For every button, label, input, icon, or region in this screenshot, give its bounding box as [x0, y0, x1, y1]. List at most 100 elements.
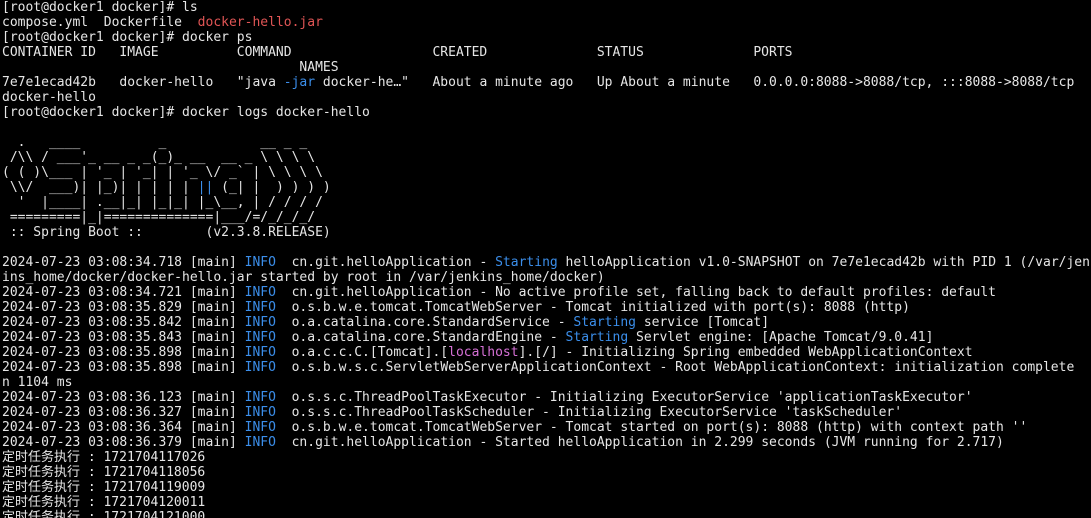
line-text: 定时任务执行 : 1721704117026 — [2, 450, 206, 465]
terminal-line: 2024-07-23 03:08:35.829 [main] INFO o.s.… — [2, 300, 1091, 315]
terminal-line: CONTAINER ID IMAGE COMMAND CREATED STATU… — [2, 45, 1091, 60]
line-text: [root@docker1 docker]# ls — [2, 0, 198, 15]
terminal-line: =========|_|==============|___/=/_/_/_/ — [2, 210, 1091, 225]
line-text: ].[/] - Initializing Spring embedded Web… — [518, 345, 973, 360]
highlighted-text: INFO — [244, 420, 276, 435]
line-text: 2024-07-23 03:08:34.721 [main] — [2, 285, 245, 300]
terminal-line: \\/ ___)| |_)| | | | | || (_| | ) ) ) ) — [2, 180, 1091, 195]
line-text: [root@docker1 docker]# docker ps — [2, 30, 253, 45]
line-text: ' |____| .__|_| |_|_| |_\__, | / / / / — [2, 195, 323, 210]
terminal-line: NAMES — [2, 60, 1091, 75]
terminal-line: 7e7e1ecad42b docker-hello "java -jar doc… — [2, 75, 1091, 90]
line-text: 2024-07-23 03:08:36.327 [main] — [2, 405, 245, 420]
line-text: . ____ _ __ _ _ — [2, 135, 308, 150]
highlighted-text: Starting — [495, 255, 558, 270]
terminal-output[interactable]: [root@docker1 docker]# ls compose.yml Doc… — [2, 0, 1091, 518]
line-text: 定时任务执行 : 1721704121000 — [2, 510, 206, 518]
line-text: 2024-07-23 03:08:35.898 [main] — [2, 360, 245, 375]
terminal-line: 2024-07-23 03:08:36.123 [main] INFO o.s.… — [2, 390, 1091, 405]
highlighted-text: INFO — [244, 435, 276, 450]
terminal-line: 定时任务执行 : 1721704119009 — [2, 480, 1091, 495]
line-text: cn.git.helloApplication - Started helloA… — [275, 435, 1004, 450]
line-text: :: Spring Boot :: (v2.3.8.RELEASE) — [2, 225, 331, 240]
terminal-line: ' |____| .__|_| |_|_| |_\__, | / / / / — [2, 195, 1091, 210]
highlighted-text: || — [197, 180, 214, 195]
line-text: 2024-07-23 03:08:36.364 [main] — [2, 420, 245, 435]
terminal-line: 定时任务执行 : 1721704117026 — [2, 450, 1091, 465]
line-text: ( ( )\___ | '_ | '_| | '_ \/ _` | \ \ \ … — [2, 165, 323, 180]
terminal-line: 2024-07-23 03:08:35.898 [main] INFO o.s.… — [2, 360, 1091, 375]
line-text: 定时任务执行 : 1721704118056 — [2, 465, 206, 480]
line-text: 2024-07-23 03:08:36.379 [main] — [2, 435, 245, 450]
terminal-line: 2024-07-23 03:08:36.379 [main] INFO cn.g… — [2, 435, 1091, 450]
line-text: =========|_|==============|___/=/_/_/_/ — [2, 210, 316, 225]
line-text: 2024-07-23 03:08:36.123 [main] — [2, 390, 245, 405]
highlighted-text: INFO — [244, 255, 276, 270]
terminal-line: docker-hello — [2, 90, 1091, 105]
highlighted-text: INFO — [244, 315, 276, 330]
line-text: NAMES — [2, 60, 339, 75]
line-text: 2024-07-23 03:08:34.718 [main] — [2, 255, 245, 270]
terminal-line: ins_home/docker/docker-hello.jar started… — [2, 270, 1091, 285]
line-text: helloApplication v1.0-SNAPSHOT on 7e7e1e… — [557, 255, 1091, 270]
terminal-line: n 1104 ms — [2, 375, 1091, 390]
line-text: 2024-07-23 03:08:35.898 [main] — [2, 345, 245, 360]
highlighted-text: INFO — [244, 300, 276, 315]
highlighted-text: Starting — [565, 330, 629, 345]
line-text: 定时任务执行 : 1721704119009 — [2, 480, 206, 495]
line-text: [root@docker1 docker]# docker logs docke… — [2, 105, 370, 120]
highlighted-text: INFO — [244, 360, 276, 375]
line-text: service [Tomcat] — [636, 315, 770, 330]
line-text: /\\ / ___'_ __ _ _(_)_ __ __ _ \ \ \ \ — [2, 150, 316, 165]
line-text: ins_home/docker/docker-hello.jar started… — [2, 270, 605, 285]
line-text: docker-he…" About a minute ago Up About … — [315, 75, 1075, 90]
highlighted-text: Starting — [573, 315, 636, 330]
line-text: (_| | ) ) ) ) — [213, 180, 331, 195]
line-text: o.a.catalina.core.StandardService - — [275, 315, 574, 330]
line-text: o.s.b.w.e.tomcat.TomcatWebServer - Tomca… — [275, 300, 910, 315]
line-text: o.a.catalina.core.StandardEngine - — [275, 330, 566, 345]
line-text: CONTAINER ID IMAGE COMMAND CREATED STATU… — [2, 45, 793, 60]
highlighted-text: INFO — [244, 345, 276, 360]
line-text: o.s.b.w.s.c.ServletWebServerApplicationC… — [275, 360, 1075, 375]
terminal-line: [root@docker1 docker]# docker ps — [2, 30, 1091, 45]
highlighted-text: docker-hello.jar — [197, 15, 323, 30]
line-text: compose.yml Dockerfile — [2, 15, 198, 30]
terminal-line: /\\ / ___'_ __ _ _(_)_ __ __ _ \ \ \ \ — [2, 150, 1091, 165]
highlighted-text: INFO — [244, 390, 276, 405]
highlighted-text: -jar — [283, 75, 316, 90]
terminal-line: 2024-07-23 03:08:35.842 [main] INFO o.a.… — [2, 315, 1091, 330]
terminal-line: 定时任务执行 : 1721704121000 — [2, 510, 1091, 518]
line-text: o.s.b.w.e.tomcat.TomcatWebServer - Tomca… — [275, 420, 1028, 435]
terminal-line: 2024-07-23 03:08:36.327 [main] INFO o.s.… — [2, 405, 1091, 420]
line-text: o.a.c.c.C.[Tomcat].[ — [275, 345, 449, 360]
terminal-line: 定时任务执行 : 1721704120011 — [2, 495, 1091, 510]
terminal-line: ( ( )\___ | '_ | '_| | '_ \/ _` | \ \ \ … — [2, 165, 1091, 180]
line-text: 2024-07-23 03:08:35.829 [main] — [2, 300, 245, 315]
highlighted-text: localhost — [448, 345, 519, 360]
terminal-line: 定时任务执行 : 1721704118056 — [2, 465, 1091, 480]
terminal-line: 2024-07-23 03:08:34.721 [main] INFO cn.g… — [2, 285, 1091, 300]
terminal-line: :: Spring Boot :: (v2.3.8.RELEASE) — [2, 225, 1091, 240]
line-text: 定时任务执行 : 1721704120011 — [2, 495, 206, 510]
line-text: 7e7e1ecad42b docker-hello "java — [2, 75, 284, 90]
terminal-line: 2024-07-23 03:08:34.718 [main] INFO cn.g… — [2, 255, 1091, 270]
highlighted-text: INFO — [244, 405, 276, 420]
terminal-line: [root@docker1 docker]# docker logs docke… — [2, 105, 1091, 120]
highlighted-text: INFO — [244, 330, 276, 345]
line-text: o.s.s.c.ThreadPoolTaskScheduler - Initia… — [275, 405, 903, 420]
terminal-line: 2024-07-23 03:08:35.898 [main] INFO o.a.… — [2, 345, 1091, 360]
line-text: \\/ ___)| |_)| | | | | — [2, 180, 198, 195]
line-text: cn.git.helloApplication - No active prof… — [275, 285, 997, 300]
terminal-line: . ____ _ __ _ _ — [2, 135, 1091, 150]
line-text: docker-hello — [2, 90, 96, 105]
line-text: o.s.s.c.ThreadPoolTaskExecutor - Initial… — [275, 390, 973, 405]
highlighted-text: INFO — [244, 285, 276, 300]
line-text: 2024-07-23 03:08:35.843 [main] — [2, 330, 245, 345]
line-text: cn.git.helloApplication - — [275, 255, 496, 270]
terminal-line: [root@docker1 docker]# ls — [2, 0, 1091, 15]
terminal-line: compose.yml Dockerfile docker-hello.jar — [2, 15, 1091, 30]
terminal-line: 2024-07-23 03:08:36.364 [main] INFO o.s.… — [2, 420, 1091, 435]
